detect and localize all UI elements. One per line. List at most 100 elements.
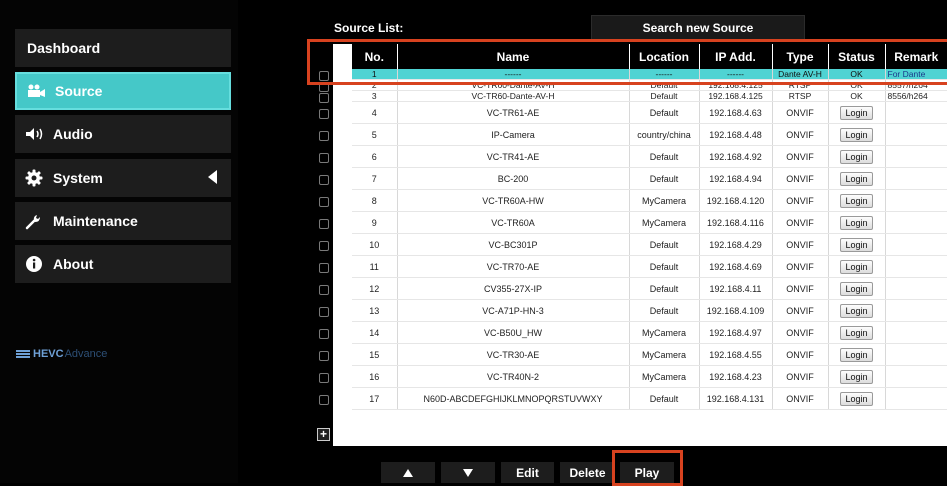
table-row[interactable]: 5 IP-Camera country/china 192.168.4.48 ONVIF… xyxy=(352,123,947,146)
cell-ip: 192.168.4.55 xyxy=(699,343,773,366)
cell-type: ONVIF xyxy=(772,211,829,234)
table-row[interactable]: 17 N60D-ABCDEFGHIJKLMNOPQRSTUVWXY Default 1… xyxy=(352,387,947,410)
cell-no: 15 xyxy=(352,343,398,366)
cell-location: Default xyxy=(629,255,700,278)
row-checkbox[interactable] xyxy=(319,241,329,251)
cell-no: 5 xyxy=(352,123,398,146)
sidebar-item-dashboard[interactable]: Dashboard xyxy=(15,29,231,67)
cell-type: ONVIF xyxy=(772,255,829,278)
table-row[interactable]: 12 CV355-27X-IP Default 192.168.4.11 ONVIF Lo… xyxy=(352,277,947,300)
cell-name: VC-TR60-Dante-AV-H xyxy=(397,90,630,102)
cell-status: Login xyxy=(828,299,886,322)
table-row[interactable]: 14 VC-B50U_HW MyCamera 192.168.4.97 ONVIF Log… xyxy=(352,321,947,344)
sidebar-item-about[interactable]: About xyxy=(15,245,231,283)
cell-location: country/china xyxy=(629,123,700,146)
login-button[interactable]: Login xyxy=(840,325,873,340)
login-button[interactable]: Login xyxy=(840,347,873,362)
cell-status: OK xyxy=(828,90,886,102)
cell-no: 11 xyxy=(352,255,398,278)
edit-button[interactable]: Edit xyxy=(501,462,554,483)
table-row[interactable]: 7 BC-200 Default 192.168.4.94 ONVIF Login xyxy=(352,167,947,190)
row-checkbox[interactable] xyxy=(319,92,329,103)
row-checkbox[interactable] xyxy=(319,219,329,229)
cell-location: Default xyxy=(629,167,700,190)
cell-ip: 192.168.4.23 xyxy=(699,365,773,388)
sidebar-item-maintenance[interactable]: Maintenance xyxy=(15,202,231,240)
row-checkbox[interactable] xyxy=(319,175,329,185)
row-checkbox[interactable] xyxy=(319,131,329,141)
sidebar-item-system[interactable]: System xyxy=(15,159,231,197)
table-row[interactable]: 3 VC-TR60-Dante-AV-H Default 192.168.4.125 R… xyxy=(352,90,947,102)
login-button[interactable]: Login xyxy=(840,259,873,274)
login-button[interactable]: Login xyxy=(840,105,873,120)
sidebar-item-source[interactable]: Source xyxy=(15,72,231,110)
row-checkbox[interactable] xyxy=(319,373,329,383)
delete-button[interactable]: Delete xyxy=(560,462,615,483)
login-button[interactable]: Login xyxy=(840,369,873,384)
cell-ip: 192.168.4.131 xyxy=(699,387,773,410)
move-down-button[interactable] xyxy=(441,462,495,483)
row-checkbox[interactable] xyxy=(319,263,329,273)
cell-ip: 192.168.4.109 xyxy=(699,299,773,322)
table-row[interactable]: 9 VC-TR60A MyCamera 192.168.4.116 ONVIF Login xyxy=(352,211,947,234)
sidebar-item-label: Dashboard xyxy=(27,40,101,56)
move-up-button[interactable] xyxy=(381,462,435,483)
cell-location: MyCamera xyxy=(629,343,700,366)
plus-icon[interactable]: + xyxy=(317,428,330,441)
gear-icon xyxy=(25,169,51,187)
table-row[interactable]: 16 VC-TR40N-2 MyCamera 192.168.4.23 ONVIF Log… xyxy=(352,365,947,388)
highlight-frame-play xyxy=(612,450,683,486)
cell-type: ONVIF xyxy=(772,365,829,388)
login-button[interactable]: Login xyxy=(840,303,873,318)
search-new-source-button[interactable]: Search new Source xyxy=(591,15,805,41)
login-button[interactable]: Login xyxy=(840,281,873,296)
cell-status: Login xyxy=(828,387,886,410)
row-checkbox[interactable] xyxy=(319,109,329,119)
sidebar-item-audio[interactable]: Audio xyxy=(15,115,231,153)
cell-status: Login xyxy=(828,211,886,234)
row-checkbox[interactable] xyxy=(319,153,329,163)
login-button[interactable]: Login xyxy=(840,215,873,230)
sidebar-item-label: System xyxy=(53,170,103,186)
table-row[interactable]: 10 VC-BC301P Default 192.168.4.29 ONVIF Login xyxy=(352,233,947,256)
row-checkbox[interactable] xyxy=(319,285,329,295)
table-row[interactable]: 6 VC-TR41-AE Default 192.168.4.92 ONVIF Login xyxy=(352,145,947,168)
table-row[interactable]: 15 VC-TR30-AE MyCamera 192.168.4.55 ONVIF Log… xyxy=(352,343,947,366)
speaker-icon xyxy=(25,127,51,141)
row-checkbox[interactable] xyxy=(319,395,329,405)
cell-name: VC-TR41-AE xyxy=(397,145,630,168)
cell-status: Login xyxy=(828,365,886,388)
login-button[interactable]: Login xyxy=(840,391,873,406)
cell-name: IP-Camera xyxy=(397,123,630,146)
cell-ip: 192.168.4.97 xyxy=(699,321,773,344)
cell-no: 3 xyxy=(352,90,398,102)
cell-location: Default xyxy=(629,387,700,410)
cell-remark xyxy=(885,233,947,256)
login-button[interactable]: Login xyxy=(840,193,873,208)
cell-type: ONVIF xyxy=(772,145,829,168)
login-button[interactable]: Login xyxy=(840,149,873,164)
cell-ip: 192.168.4.125 xyxy=(699,90,773,102)
logo-brand: HEVC xyxy=(33,348,64,360)
login-button[interactable]: Login xyxy=(840,237,873,252)
source-list-title: Source List: xyxy=(334,21,404,35)
source-table: No. Name Location IP Add. Type Status Re… xyxy=(352,44,947,410)
cell-status: Login xyxy=(828,101,886,124)
highlight-frame-header xyxy=(307,39,947,85)
hevc-logo: HEVC Advance xyxy=(16,348,107,360)
row-checkbox[interactable] xyxy=(319,329,329,339)
table-row[interactable]: 11 VC-TR70-AE Default 192.168.4.69 ONVIF Logi… xyxy=(352,255,947,278)
cell-status: Login xyxy=(828,189,886,212)
cell-remark xyxy=(885,101,947,124)
cell-name: CV355-27X-IP xyxy=(397,277,630,300)
row-checkbox[interactable] xyxy=(319,351,329,361)
table-row[interactable]: 4 VC-TR61-AE Default 192.168.4.63 ONVIF Login xyxy=(352,101,947,124)
table-row[interactable]: 8 VC-TR60A-HW MyCamera 192.168.4.120 ONVIF Lo… xyxy=(352,189,947,212)
login-button[interactable]: Login xyxy=(840,171,873,186)
table-row[interactable]: 13 VC-A71P-HN-3 Default 192.168.4.109 ONVIF L… xyxy=(352,299,947,322)
row-checkbox[interactable] xyxy=(319,307,329,317)
login-button[interactable]: Login xyxy=(840,127,873,142)
logo-suffix: Advance xyxy=(64,348,108,360)
row-checkbox[interactable] xyxy=(319,197,329,207)
cell-no: 16 xyxy=(352,365,398,388)
